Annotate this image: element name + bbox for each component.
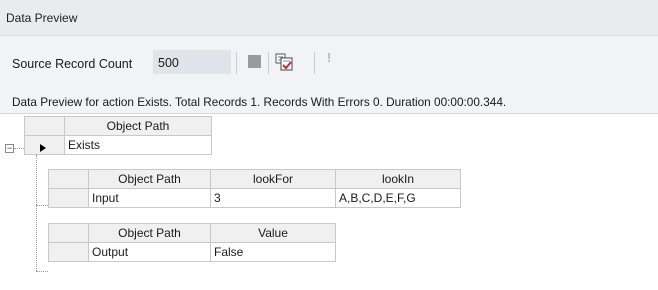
tree-connector xyxy=(36,155,37,271)
status-bar: Data Preview for action Exists. Total Re… xyxy=(0,90,658,114)
toolbar-divider xyxy=(268,52,269,74)
data-preview-grid-area: − Object Path Exists Object Path lookFor… xyxy=(0,114,658,290)
status-text: Data Preview for action Exists. Total Re… xyxy=(12,95,507,109)
stop-icon[interactable] xyxy=(248,55,261,68)
current-row-arrow-icon xyxy=(40,144,46,152)
column-header-lookin[interactable]: lookIn xyxy=(335,169,461,189)
root-grid-corner xyxy=(24,116,65,136)
tree-connector xyxy=(14,148,24,149)
panel-titlebar: Data Preview xyxy=(0,0,658,36)
output-grid-corner xyxy=(48,223,89,243)
object-path-cell[interactable]: Output xyxy=(88,242,211,262)
preview-check-icon[interactable] xyxy=(275,52,294,72)
column-header-object-path[interactable]: Object Path xyxy=(88,169,211,189)
panel-title: Data Preview xyxy=(6,11,78,25)
toolbar: Source Record Count 500 ! xyxy=(0,36,658,90)
column-header-lookfor[interactable]: lookFor xyxy=(210,169,336,189)
lookin-cell[interactable]: A,B,C,D,E,F,G xyxy=(335,188,461,208)
toolbar-divider xyxy=(236,52,237,74)
row-selector[interactable] xyxy=(48,242,89,262)
value-cell[interactable]: False xyxy=(210,242,336,262)
column-header-object-path[interactable]: Object Path xyxy=(88,223,211,243)
source-record-count-label: Source Record Count xyxy=(12,57,133,71)
collapse-icon[interactable]: − xyxy=(5,144,14,153)
source-record-count-input[interactable]: 500 xyxy=(153,50,231,74)
row-selector[interactable] xyxy=(48,188,89,208)
exclamation-icon[interactable]: ! xyxy=(327,50,331,65)
object-path-cell[interactable]: Exists xyxy=(64,135,212,155)
input-grid-corner xyxy=(48,169,89,189)
column-header-value[interactable]: Value xyxy=(210,223,336,243)
lookfor-cell[interactable]: 3 xyxy=(210,188,336,208)
tree-connector xyxy=(36,271,48,272)
toolbar-divider xyxy=(314,52,315,74)
column-header-object-path[interactable]: Object Path xyxy=(64,116,212,136)
object-path-cell[interactable]: Input xyxy=(88,188,211,208)
tree-connector xyxy=(36,205,48,206)
